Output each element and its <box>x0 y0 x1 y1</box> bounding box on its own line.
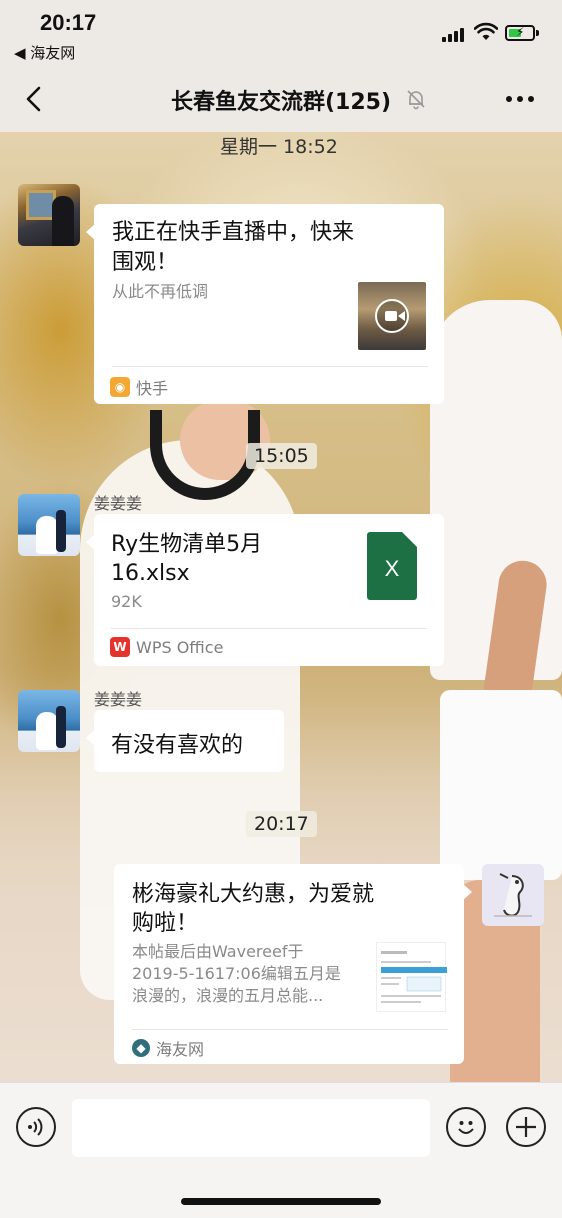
card-divider <box>111 628 427 629</box>
card-source: ◉ 快手 <box>110 375 168 399</box>
wps-logo-icon: W <box>110 637 130 657</box>
message-timestamp: 15:05 <box>246 443 317 469</box>
card-source: ◆ 海友网 <box>132 1036 204 1060</box>
more-dot <box>517 96 523 102</box>
voice-icon <box>28 1118 43 1136</box>
file-message-card[interactable]: Ry生物清单5月 16.xlsx 92K X W WPS Office <box>86 514 444 666</box>
battery-cap <box>536 30 539 36</box>
card-description-line: 2019-5-1617:06编辑五月是 <box>132 964 341 983</box>
card-source: W WPS Office <box>110 637 223 657</box>
back-to-app-link[interactable]: ◀ 海友网 <box>14 42 75 63</box>
cellular-signal-icon <box>442 26 464 42</box>
bell-muted-icon <box>407 90 425 110</box>
battery-charging-icon: ⚡ <box>505 25 535 41</box>
card-divider <box>112 366 428 367</box>
excel-file-icon: X <box>367 532 417 600</box>
link-share-card[interactable]: 彬海豪礼大约惠，为爱就 购啦！ 本帖最后由Wavereef于 2019-5-16… <box>114 864 472 1064</box>
status-bar: 20:17 ◀ 海友网 ⚡ <box>0 0 562 66</box>
haiyou-logo-icon: ◆ <box>132 1039 150 1057</box>
file-size: 92K <box>111 592 142 611</box>
more-dot <box>528 96 534 102</box>
link-thumbnail <box>376 942 447 1012</box>
avatar-bride <box>36 516 58 554</box>
sender-name: 姜姜姜 <box>94 494 143 513</box>
card-description-line: 本帖最后由Wavereef于 <box>132 942 304 961</box>
card-title-line: 围观！ <box>112 250 179 275</box>
card-source-label: WPS Office <box>136 637 224 657</box>
text-message-bubble[interactable]: 有没有喜欢的 <box>86 710 284 772</box>
chat-title[interactable]: 长春鱼友交流群(125) <box>0 84 562 116</box>
sender-name: 姜姜姜 <box>94 690 143 709</box>
voice-input-button[interactable] <box>16 1107 56 1147</box>
avatar-person <box>52 196 74 246</box>
kuaishou-logo-icon: ◉ <box>110 377 130 397</box>
add-attachment-button[interactable] <box>506 1107 546 1147</box>
document-preview-icon <box>381 951 447 1003</box>
seahorse-avatar-icon <box>494 873 532 917</box>
message-timestamp: 星期一 18:52 <box>220 136 338 158</box>
avatar[interactable] <box>18 690 80 752</box>
avatar[interactable] <box>18 494 80 556</box>
card-description: 从此不再低调 <box>112 282 209 301</box>
file-name-line: 16.xlsx <box>111 561 190 586</box>
plus-circle-icon <box>516 1117 536 1137</box>
video-thumbnail <box>358 282 426 350</box>
charging-bolt-icon: ⚡ <box>516 25 525 39</box>
kuaishou-share-card[interactable]: 我正在快手直播中，快来 围观！ 从此不再低调 ◉ 快手 <box>86 204 444 404</box>
emoji-icon <box>458 1121 474 1134</box>
card-source-label: 海友网 <box>156 1040 205 1059</box>
avatar[interactable] <box>18 184 80 246</box>
background-man-shorts <box>440 690 562 880</box>
avatar-groom <box>56 706 66 748</box>
file-name-line: Ry生物清单5月 <box>111 532 263 557</box>
avatar[interactable] <box>482 864 544 926</box>
excel-file-icon-label: X <box>384 556 400 581</box>
card-description-line: 浪漫的，浪漫的五月总能... <box>132 986 324 1005</box>
card-source-label: 快手 <box>136 379 169 398</box>
card-title-line: 彬海豪礼大约惠，为爱就 <box>132 882 375 907</box>
card-title-line: 购啦！ <box>132 911 199 936</box>
message-text: 有没有喜欢的 <box>111 733 244 758</box>
avatar-groom <box>56 510 66 552</box>
message-text-input[interactable] <box>72 1099 430 1157</box>
wifi-icon <box>474 22 498 40</box>
video-camera-icon <box>375 299 409 333</box>
more-options-button[interactable] <box>506 96 536 104</box>
chat-nav-bar: 长春鱼友交流群(125) <box>0 66 562 132</box>
more-dot <box>506 96 512 102</box>
avatar-bride <box>36 712 58 750</box>
message-timestamp: 20:17 <box>246 811 317 837</box>
status-time: 20:17 <box>40 10 97 35</box>
card-divider <box>132 1029 448 1030</box>
emoji-button[interactable] <box>446 1107 486 1147</box>
card-title-line: 我正在快手直播中，快来 <box>112 220 355 245</box>
home-indicator[interactable] <box>181 1198 381 1205</box>
